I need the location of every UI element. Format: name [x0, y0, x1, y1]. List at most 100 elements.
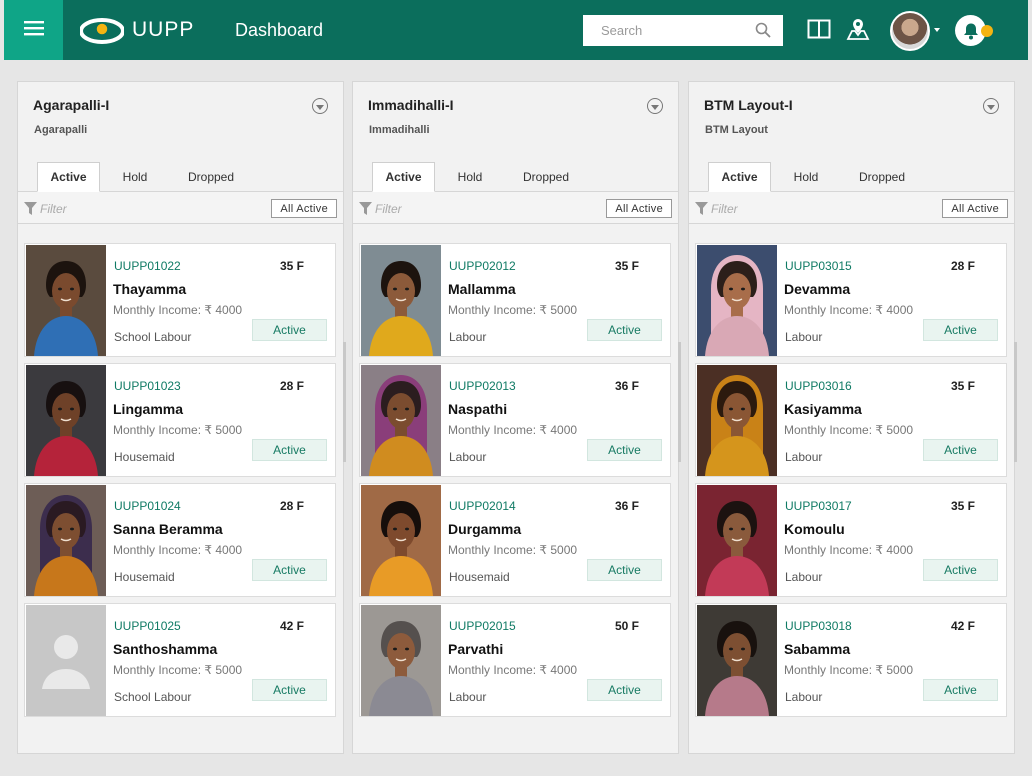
member-card[interactable]: UUPP03017 35 F Komoulu Monthly Income: ₹ 40… [695, 483, 1007, 597]
filter-input[interactable]: Filter [711, 202, 738, 216]
status-badge[interactable]: Active [923, 439, 998, 461]
member-id[interactable]: UUPP03015 [785, 259, 852, 273]
member-id[interactable]: UUPP03018 [785, 619, 852, 633]
column-scrollbar[interactable] [343, 342, 346, 462]
status-badge[interactable]: Active [587, 439, 662, 461]
member-id[interactable]: UUPP01024 [114, 499, 181, 513]
member-name: Kasiyamma [784, 401, 862, 417]
member-occupation: School Labour [114, 690, 192, 704]
search-box[interactable] [583, 15, 783, 46]
filter-icon[interactable] [24, 202, 37, 220]
member-id[interactable]: UUPP03016 [785, 379, 852, 393]
chevron-down-icon[interactable] [934, 28, 940, 32]
search-input[interactable] [583, 15, 748, 46]
status-badge[interactable]: Active [252, 679, 327, 701]
member-income: Monthly Income: ₹ 5000 [784, 663, 914, 677]
member-age-gender: 35 F [951, 499, 976, 513]
status-badge[interactable]: Active [587, 559, 662, 581]
all-active-dropdown[interactable]: All Active [942, 199, 1008, 218]
member-id[interactable]: UUPP03017 [785, 499, 852, 513]
member-occupation: Housemaid [449, 570, 510, 584]
status-badge[interactable]: Active [587, 319, 662, 341]
member-occupation: Labour [785, 450, 823, 464]
member-name: Lingamma [113, 401, 184, 417]
member-income: Monthly Income: ₹ 4000 [784, 543, 914, 557]
status-badge[interactable]: Active [252, 439, 327, 461]
member-id[interactable]: UUPP01023 [114, 379, 181, 393]
status-badge[interactable]: Active [923, 679, 998, 701]
menu-icon [23, 20, 44, 41]
tab-active[interactable]: Active [37, 162, 100, 192]
column-dropdown-icon[interactable] [312, 98, 328, 114]
tab-hold[interactable]: Hold [771, 162, 841, 192]
member-id[interactable]: UUPP02013 [449, 379, 516, 393]
member-id[interactable]: UUPP02015 [449, 619, 516, 633]
tab-dropped[interactable]: Dropped [841, 162, 923, 192]
status-badge[interactable]: Active [923, 319, 998, 341]
member-card[interactable]: UUPP01022 35 F Thayamma Monthly Income: ₹ 4… [24, 243, 336, 357]
all-active-dropdown[interactable]: All Active [271, 199, 337, 218]
member-name: Naspathi [448, 401, 508, 417]
tab-active[interactable]: Active [708, 162, 771, 192]
member-income: Monthly Income: ₹ 4000 [113, 303, 243, 317]
member-card[interactable]: UUPP03015 28 F Devamma Monthly Income: ₹ 40… [695, 243, 1007, 357]
member-id[interactable]: UUPP02014 [449, 499, 516, 513]
member-name: Thayamma [113, 281, 187, 297]
filter-icon[interactable] [359, 202, 372, 220]
status-badge[interactable]: Active [252, 319, 327, 341]
status-badge[interactable]: Active [587, 679, 662, 701]
member-age-gender: 28 F [280, 379, 305, 393]
tab-hold[interactable]: Hold [435, 162, 505, 192]
member-card-list: UUPP03015 28 F Devamma Monthly Income: ₹ 40… [695, 243, 1007, 723]
tab-active[interactable]: Active [372, 162, 435, 192]
member-card[interactable]: UUPP02015 50 F Parvathi Monthly Income: ₹ 4… [359, 603, 671, 717]
map-pin-icon[interactable] [846, 17, 870, 46]
user-avatar[interactable] [890, 11, 930, 51]
member-card[interactable]: UUPP02014 36 F Durgamma Monthly Income: ₹ 5… [359, 483, 671, 597]
column-scrollbar[interactable] [678, 342, 681, 462]
member-occupation: Labour [449, 690, 487, 704]
column-scrollbar[interactable] [1014, 342, 1017, 462]
member-income: Monthly Income: ₹ 5000 [448, 303, 578, 317]
tab-dropped[interactable]: Dropped [505, 162, 587, 192]
member-photo [26, 605, 106, 716]
member-card[interactable]: UUPP03018 42 F Sabamma Monthly Income: ₹ 50… [695, 603, 1007, 717]
member-income: Monthly Income: ₹ 5000 [784, 423, 914, 437]
member-card[interactable]: UUPP01025 42 F Santhoshamma Monthly Income:… [24, 603, 336, 717]
search-icon[interactable] [755, 22, 771, 43]
filter-input[interactable]: Filter [375, 202, 402, 216]
member-income: Monthly Income: ₹ 4000 [448, 423, 578, 437]
book-icon[interactable] [807, 19, 831, 44]
brand-logo[interactable]: UUPP [80, 15, 194, 45]
member-id[interactable]: UUPP01022 [114, 259, 181, 273]
member-occupation: Housemaid [114, 450, 175, 464]
member-income: Monthly Income: ₹ 5000 [448, 543, 578, 557]
all-active-dropdown[interactable]: All Active [606, 199, 672, 218]
status-badge[interactable]: Active [252, 559, 327, 581]
member-card[interactable]: UUPP01024 28 F Sanna Beramma Monthly Income… [24, 483, 336, 597]
filter-bar: Filter All Active [18, 192, 343, 224]
column-header: Immadihalli-I Immadihalli Active Hold Droppe… [353, 82, 678, 192]
member-card[interactable]: UUPP02012 35 F Mallamma Monthly Income: ₹ 5… [359, 243, 671, 357]
filter-icon[interactable] [695, 202, 708, 220]
member-id[interactable]: UUPP02012 [449, 259, 516, 273]
member-id[interactable]: UUPP01025 [114, 619, 181, 633]
column-dropdown-icon[interactable] [983, 98, 999, 114]
member-photo [697, 365, 777, 476]
filter-input[interactable]: Filter [40, 202, 67, 216]
bell-icon [963, 23, 978, 39]
member-age-gender: 35 F [615, 259, 640, 273]
member-photo [361, 605, 441, 716]
status-tabs: Active Hold Dropped [372, 162, 587, 192]
column-dropdown-icon[interactable] [647, 98, 663, 114]
member-card[interactable]: UUPP03016 35 F Kasiyamma Monthly Income: ₹ … [695, 363, 1007, 477]
member-age-gender: 28 F [951, 259, 976, 273]
tab-hold[interactable]: Hold [100, 162, 170, 192]
hamburger-menu-button[interactable] [4, 0, 63, 60]
member-card-list: UUPP02012 35 F Mallamma Monthly Income: ₹ 5… [359, 243, 671, 723]
tab-dropped[interactable]: Dropped [170, 162, 252, 192]
status-badge[interactable]: Active [923, 559, 998, 581]
member-card[interactable]: UUPP02013 36 F Naspathi Monthly Income: ₹ 4… [359, 363, 671, 477]
member-card[interactable]: UUPP01023 28 F Lingamma Monthly Income: ₹ 5… [24, 363, 336, 477]
column-subtitle: BTM Layout [705, 124, 768, 136]
